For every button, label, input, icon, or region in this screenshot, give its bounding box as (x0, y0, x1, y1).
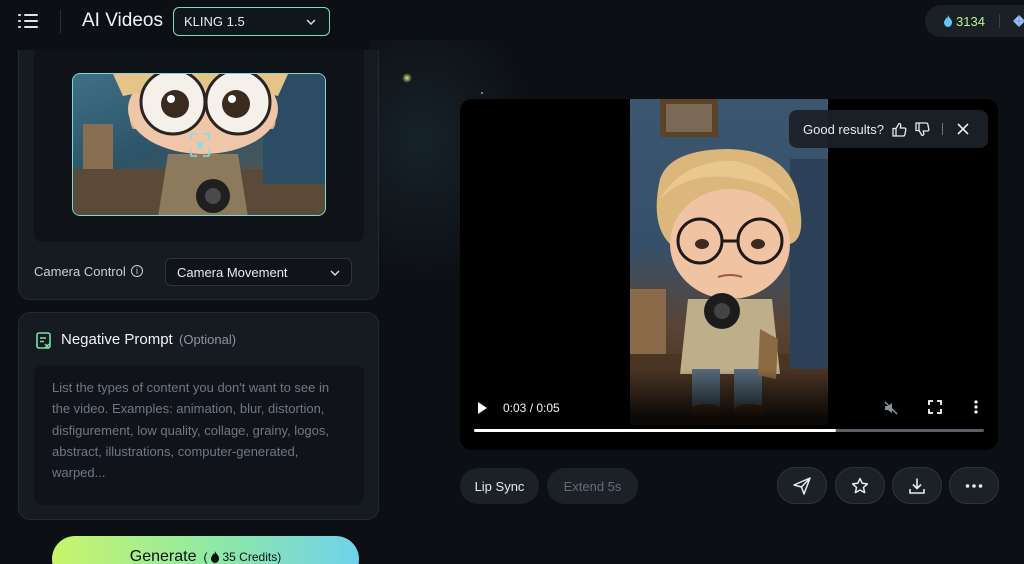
video-progress-fill (474, 429, 837, 432)
chevron-down-icon (330, 270, 340, 276)
generate-cost-value: 35 Credits (222, 550, 278, 564)
close-icon[interactable] (957, 123, 969, 135)
background-sparkle (402, 73, 412, 83)
more-vertical-icon[interactable] (973, 400, 979, 414)
feedback-divider (941, 123, 943, 135)
fullscreen-icon[interactable] (928, 400, 942, 414)
video-player[interactable]: 0:03 / 0:05 (460, 99, 998, 450)
mute-icon[interactable] (883, 400, 899, 416)
flame-icon (210, 551, 219, 563)
video-progress-bar[interactable] (474, 429, 984, 432)
camera-movement-select[interactable]: Camera Movement (165, 258, 352, 286)
camera-panel: Camera Control i Camera Movement (18, 50, 379, 300)
character-illustration (73, 74, 325, 215)
more-options-button[interactable] (949, 467, 999, 504)
play-icon[interactable] (476, 401, 488, 415)
generate-label: Generate (129, 548, 197, 564)
favorite-button[interactable] (835, 467, 885, 504)
image-preview-thumbnail[interactable] (72, 73, 326, 216)
paren-open: ( (203, 550, 208, 564)
background-sparkle (481, 92, 483, 94)
negative-prompt-title: Negative Prompt (61, 331, 173, 348)
lip-sync-label: Lip Sync (474, 478, 525, 494)
negative-prompt-panel: Negative Prompt (Optional) List the type… (18, 312, 379, 520)
menu-icon[interactable] (18, 12, 40, 30)
generate-button[interactable]: Generate ( 35 Credits ) (52, 536, 359, 564)
top-header: AI Videos KLING 1.5 3134 (0, 0, 1024, 44)
extend-button[interactable]: Extend 5s (547, 468, 638, 504)
download-icon (909, 478, 925, 494)
lip-sync-button[interactable]: Lip Sync (460, 468, 539, 504)
header-divider (60, 10, 61, 34)
credits-divider (998, 14, 1000, 28)
camera-select-value: Camera Movement (177, 264, 288, 280)
page-title: AI Videos (82, 10, 163, 31)
thumbs-down-icon[interactable] (915, 121, 930, 137)
feedback-question: Good results? (803, 121, 884, 137)
extend-label: Extend 5s (563, 478, 622, 494)
video-time: 0:03 / 0:05 (503, 401, 560, 415)
feedback-popover: Good results? (789, 110, 988, 148)
document-edit-icon (36, 332, 51, 349)
download-button[interactable] (892, 467, 942, 504)
diamond-icon (1012, 15, 1024, 27)
credits-badge[interactable]: 3134 (925, 5, 1024, 37)
paren-close: ) (277, 550, 282, 564)
star-icon (851, 477, 869, 493)
optional-label: (Optional) (179, 332, 237, 347)
chevron-down-icon (306, 19, 316, 25)
credits-flame-icon (944, 15, 952, 27)
more-horizontal-icon (965, 483, 983, 488)
share-button[interactable] (777, 467, 827, 504)
negative-prompt-input[interactable]: List the types of content you don't want… (34, 365, 364, 505)
credits-count: 3134 (956, 13, 985, 29)
send-icon (793, 476, 811, 495)
camera-control-label: Camera Control (34, 264, 126, 279)
preview-container (34, 50, 364, 242)
thumbs-up-icon[interactable] (892, 122, 907, 137)
generate-cost: ( 35 Credits ) (204, 550, 282, 564)
info-icon[interactable]: i (131, 265, 143, 277)
model-select[interactable]: KLING 1.5 (173, 7, 330, 36)
model-select-value: KLING 1.5 (184, 14, 245, 29)
